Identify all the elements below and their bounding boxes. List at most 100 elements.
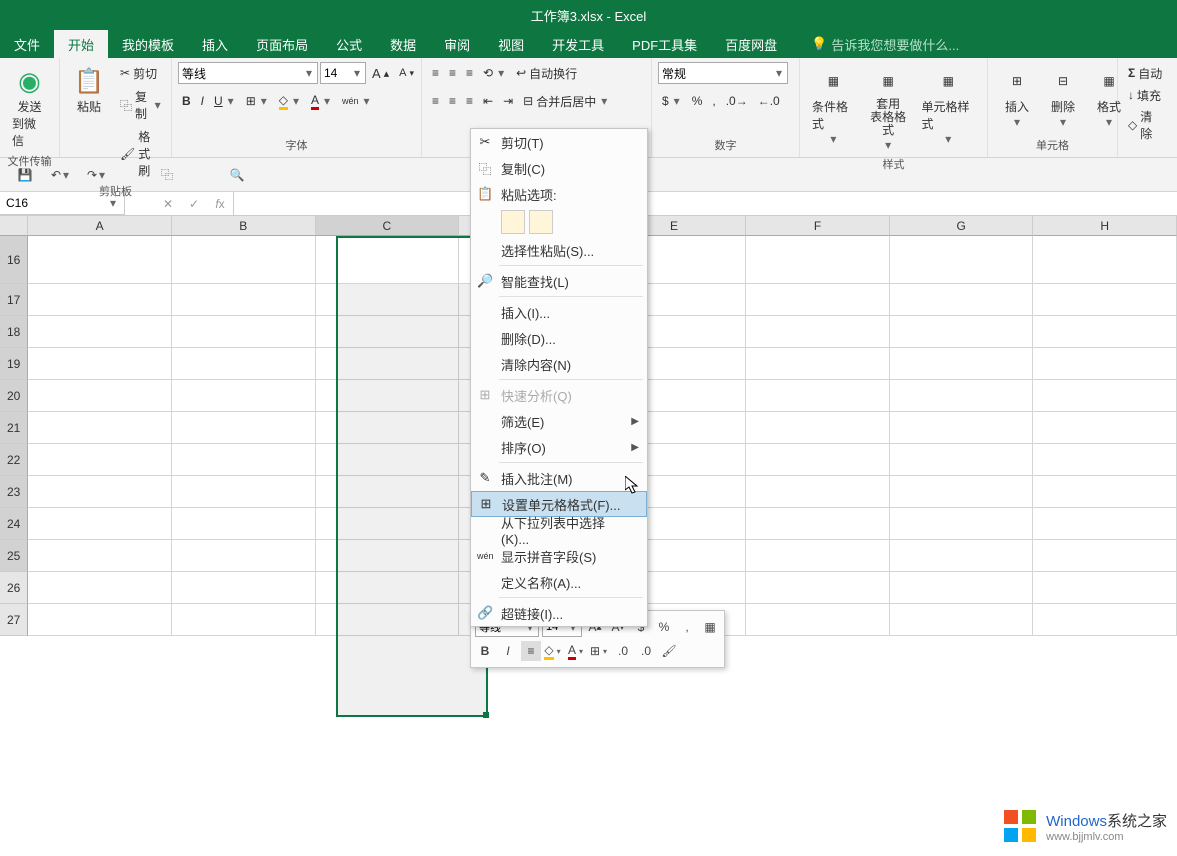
cell[interactable] [1033, 540, 1177, 572]
border-button[interactable]: ⊞▾ [242, 90, 273, 112]
delete-cells-button[interactable]: ⊟删除▾ [1040, 62, 1086, 131]
ctx-pinyin[interactable]: wén显示拼音字段(S) [471, 543, 647, 569]
align-bottom-button[interactable]: ≡ [462, 62, 477, 84]
tab-pdf[interactable]: PDF工具集 [618, 30, 711, 59]
table-format-button[interactable]: ▦套用 表格格式▾ [861, 62, 916, 154]
inc-decimal-button[interactable]: .0→ [722, 90, 752, 112]
cell[interactable] [316, 604, 460, 636]
preview-button[interactable]: 🔍 [226, 164, 248, 186]
cell[interactable] [890, 604, 1034, 636]
cell[interactable] [28, 476, 172, 508]
cell[interactable] [28, 284, 172, 316]
cell[interactable] [316, 236, 460, 284]
row-header[interactable]: 24 [0, 508, 28, 540]
mini-align[interactable]: ≡ [521, 641, 541, 661]
formula-input[interactable] [234, 192, 1177, 215]
cell[interactable] [316, 348, 460, 380]
cell[interactable] [890, 572, 1034, 604]
mini-bold[interactable]: B [475, 641, 495, 661]
col-header-G[interactable]: G [890, 216, 1034, 236]
row-header[interactable]: 21 [0, 412, 28, 444]
wrap-text-button[interactable]: ↩自动换行 [512, 62, 581, 84]
cell[interactable] [28, 412, 172, 444]
font-color-button[interactable]: A▾ [307, 90, 336, 112]
copy-button[interactable]: ⿻复制▾ [116, 86, 165, 124]
cell[interactable] [172, 236, 316, 284]
cell[interactable] [746, 476, 890, 508]
cell[interactable] [746, 316, 890, 348]
cell[interactable] [28, 316, 172, 348]
row-header[interactable]: 25 [0, 540, 28, 572]
mini-painter[interactable]: 🖌 [659, 641, 679, 661]
cell[interactable] [316, 444, 460, 476]
cell[interactable] [28, 380, 172, 412]
fx-icon[interactable]: fx [207, 197, 233, 211]
indent-dec-button[interactable]: ⇤ [479, 90, 497, 112]
cell[interactable] [890, 476, 1034, 508]
grow-font-button[interactable]: A▴ [368, 62, 393, 84]
italic-button[interactable]: I [197, 90, 208, 112]
cell[interactable] [746, 604, 890, 636]
cell[interactable] [172, 604, 316, 636]
tab-view[interactable]: 视图 [484, 30, 538, 59]
row-header[interactable]: 18 [0, 316, 28, 348]
align-center-button[interactable]: ≡ [445, 90, 460, 112]
number-format-select[interactable]: 常规▾ [658, 62, 788, 84]
ctx-delete[interactable]: 删除(D)... [471, 325, 647, 351]
cell[interactable] [1033, 604, 1177, 636]
dec-decimal-button[interactable]: ←.0 [754, 90, 784, 112]
cell[interactable] [172, 284, 316, 316]
paste-option-2[interactable] [529, 210, 553, 234]
insert-cells-button[interactable]: ⊞插入▾ [994, 62, 1040, 131]
cell[interactable] [1033, 444, 1177, 476]
cell[interactable] [172, 540, 316, 572]
cell[interactable] [890, 540, 1034, 572]
mini-fill-color[interactable]: ◇▾ [544, 641, 564, 661]
clear-button[interactable]: ◇清除 [1124, 106, 1168, 144]
cell[interactable] [1033, 508, 1177, 540]
fill-handle[interactable] [483, 712, 489, 718]
underline-button[interactable]: U▾ [210, 90, 240, 112]
col-header-H[interactable]: H [1033, 216, 1177, 236]
comma-button[interactable]: , [708, 90, 719, 112]
col-header-F[interactable]: F [746, 216, 890, 236]
cell[interactable] [28, 348, 172, 380]
cell[interactable] [172, 316, 316, 348]
ctx-paste-special[interactable]: 选择性粘贴(S)... [471, 237, 647, 263]
cell[interactable] [316, 476, 460, 508]
ctx-cut[interactable]: ✂剪切(T) [471, 129, 647, 155]
cell[interactable] [746, 572, 890, 604]
tab-baidu[interactable]: 百度网盘 [711, 30, 791, 59]
bold-button[interactable]: B [178, 90, 195, 112]
mini-border[interactable]: ⊞▾ [590, 641, 610, 661]
cell[interactable] [1033, 348, 1177, 380]
cell[interactable] [890, 508, 1034, 540]
cell[interactable] [172, 348, 316, 380]
ctx-comment[interactable]: ✎插入批注(M) [471, 465, 647, 491]
enter-icon[interactable]: ✓ [181, 197, 207, 211]
cell-styles-button[interactable]: ▦单元格样式▾ [916, 62, 981, 148]
paste-option-1[interactable] [501, 210, 525, 234]
tab-layout[interactable]: 页面布局 [242, 30, 322, 59]
row-header[interactable]: 27 [0, 604, 28, 636]
mini-font-color[interactable]: A▾ [567, 641, 587, 661]
ctx-smart-lookup[interactable]: 🔎智能查找(L) [471, 268, 647, 294]
cell[interactable] [28, 572, 172, 604]
autosum-button[interactable]: Σ自动 [1124, 62, 1166, 84]
currency-button[interactable]: $▾ [658, 90, 686, 112]
tab-review[interactable]: 审阅 [430, 30, 484, 59]
cell[interactable] [746, 236, 890, 284]
phonetic-button[interactable]: wén▾ [338, 90, 376, 112]
cell[interactable] [172, 380, 316, 412]
font-size-select[interactable]: 14▾ [320, 62, 366, 84]
cell[interactable] [28, 540, 172, 572]
cell[interactable] [890, 380, 1034, 412]
ctx-define-name[interactable]: 定义名称(A)... [471, 569, 647, 595]
cell[interactable] [1033, 572, 1177, 604]
cell[interactable] [316, 572, 460, 604]
row-header[interactable]: 26 [0, 572, 28, 604]
mini-table-icon[interactable]: ▦ [700, 617, 720, 637]
cell[interactable] [1033, 284, 1177, 316]
cell[interactable] [746, 444, 890, 476]
cell[interactable] [316, 508, 460, 540]
